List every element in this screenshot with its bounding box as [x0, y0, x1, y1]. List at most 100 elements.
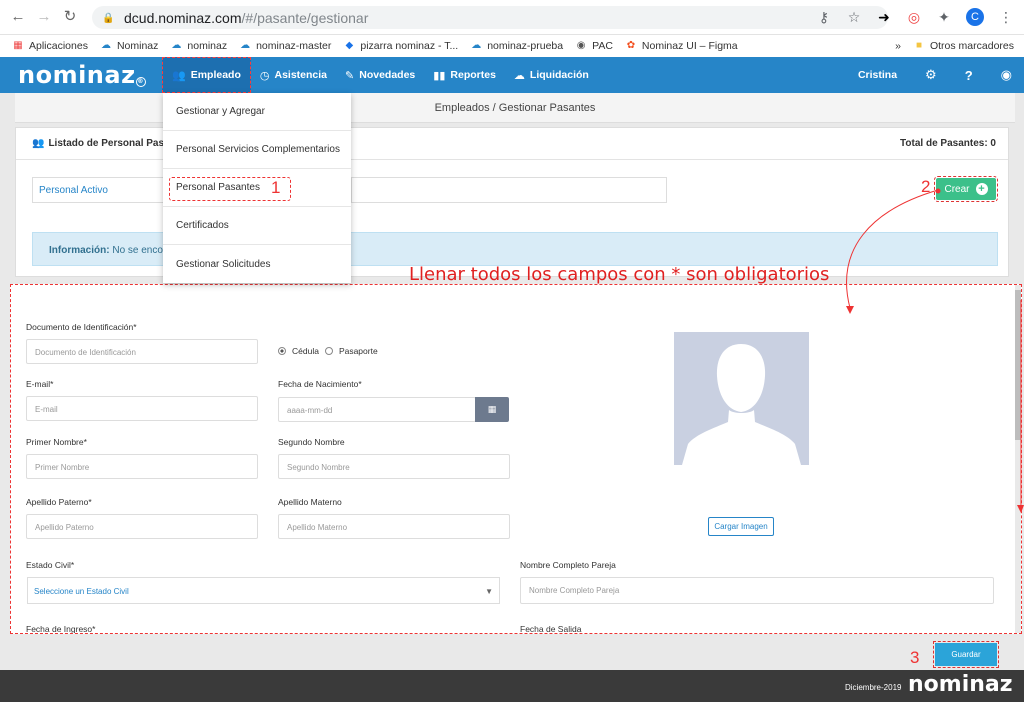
- more-bookmarks-icon[interactable]: »: [895, 40, 901, 52]
- bookmark-pizarra[interactable]: ◆ pizarra nominaz - T...: [343, 40, 459, 52]
- edit-icon: ✎: [345, 69, 355, 82]
- key-icon[interactable]: ⚷: [816, 9, 832, 25]
- bookmarks-right: » ■ Otros marcadores: [895, 40, 1014, 52]
- dropdown-item-certificados[interactable]: Certificados: [163, 207, 351, 245]
- first-name-input[interactable]: Primer Nombre: [26, 454, 258, 479]
- last-name-p-input[interactable]: Apellido Paterno: [26, 514, 258, 539]
- kebab-menu-icon[interactable]: ⋮: [998, 9, 1014, 25]
- figma-icon: ✿: [626, 40, 636, 51]
- menu-empleado[interactable]: 👥 Empleado: [162, 57, 251, 93]
- caret-down-icon: ▼: [485, 587, 493, 596]
- email-input[interactable]: E-mail: [26, 396, 258, 421]
- cloud-upload-icon: ☁: [513, 69, 525, 82]
- dropdown-item-pasantes[interactable]: Personal Pasantes: [163, 169, 351, 207]
- doc-type-radios: Cédula Pasaporte: [278, 346, 378, 356]
- app-logo[interactable]: nominaz ®: [18, 61, 146, 89]
- doc-label: Documento de Identificación*: [26, 322, 137, 332]
- users-icon: 👥: [32, 138, 45, 149]
- menu-reportes[interactable]: ▮▮ Reportes: [424, 57, 505, 93]
- reload-icon[interactable]: ↻: [62, 9, 78, 25]
- step-1-label: 1: [271, 178, 281, 197]
- status-filter-select[interactable]: Personal Activo ▼: [32, 177, 176, 203]
- clock-icon: ◷: [259, 69, 270, 82]
- bar-chart-icon: ▮▮: [433, 69, 446, 82]
- help-icon[interactable]: ?: [965, 68, 973, 83]
- app-navbar: nominaz ® 👥 Empleado ◷ Asistencia ✎ Novedade…: [0, 57, 1024, 93]
- partner-input[interactable]: Nombre Completo Pareja: [520, 577, 994, 604]
- browser-actions: ⚷ ☆ ➜ ◎ ✦ C ⋮: [816, 8, 1014, 26]
- url-path: /#/pasante/gestionar: [241, 9, 369, 26]
- folder-icon: ■: [915, 40, 922, 51]
- person-silhouette-icon: [682, 344, 801, 465]
- footer-logo: nominaz: [908, 672, 1013, 697]
- browser-toolbar: ← → ↻ 🔒 dcud.nominaz.com/#/pasante/gesti…: [0, 0, 1024, 35]
- create-button[interactable]: Crear +: [934, 176, 998, 202]
- user-circle-icon[interactable]: ◉: [1001, 67, 1012, 83]
- puzzle-icon[interactable]: ✦: [936, 9, 952, 25]
- info-label: Información:: [49, 245, 110, 256]
- bookmarks-bar: ▦ Aplicaciones ☁ Nominaz ☁ nominaz ☁ nominaz…: [0, 35, 1024, 57]
- menu-novedades[interactable]: ✎ Novedades: [336, 57, 424, 93]
- birth-date-input[interactable]: aaaa-mm-dd: [278, 397, 476, 422]
- intern-form: Documento de Identificación* Documento d…: [10, 284, 1022, 634]
- bookmark-apps[interactable]: ▦ Aplicaciones: [12, 40, 88, 52]
- last-name-m-input[interactable]: Apellido Materno: [278, 514, 510, 539]
- back-icon[interactable]: ←: [10, 9, 26, 25]
- first-name-label: Primer Nombre*: [26, 437, 87, 447]
- doc-input[interactable]: Documento de Identificación: [26, 339, 258, 364]
- main-menu: 👥 Empleado ◷ Asistencia ✎ Novedades ▮▮ Repor…: [162, 57, 598, 93]
- search-input[interactable]: [351, 177, 667, 203]
- forward-icon[interactable]: →: [36, 9, 52, 25]
- instruction-text: Llenar todos los campos con * son obliga…: [409, 264, 830, 285]
- second-name-input[interactable]: Segundo Nombre: [278, 454, 510, 479]
- user-name[interactable]: Cristina: [858, 69, 897, 81]
- second-name-label: Segundo Nombre: [278, 437, 345, 447]
- bookmark-pac[interactable]: ◉ PAC: [575, 40, 613, 52]
- upload-image-button[interactable]: Cargar Imagen: [708, 517, 774, 536]
- bookmark-figma[interactable]: ✿ Nominaz UI – Figma: [625, 40, 738, 52]
- radio-cedula[interactable]: [278, 347, 286, 355]
- last-name-p-label: Apellido Paterno*: [26, 497, 92, 507]
- dropdown-item-servicios[interactable]: Personal Servicios Complementarios: [163, 131, 351, 169]
- cloud-icon: ☁: [471, 40, 482, 51]
- bookmark-nominaz-prueba[interactable]: ☁ nominaz-prueba: [470, 40, 563, 52]
- cloud-icon: ☁: [100, 40, 111, 51]
- form-scrollbar-thumb[interactable]: [1015, 290, 1021, 440]
- last-name-m-label: Apellido Materno: [278, 497, 342, 507]
- profile-avatar[interactable]: C: [966, 8, 984, 26]
- partner-label: Nombre Completo Pareja: [520, 560, 616, 570]
- birth-label: Fecha de Nacimiento*: [278, 379, 362, 389]
- dropdown-item-solicitudes[interactable]: Gestionar Solicitudes: [163, 245, 351, 283]
- lock-icon: 🔒: [102, 12, 115, 24]
- cloud-icon: ☁: [171, 40, 182, 51]
- salida-label: Fecha de Salida: [520, 624, 582, 634]
- radio-pasaporte[interactable]: [324, 347, 333, 355]
- panel-title: Listado de Personal Pasan: [48, 138, 176, 149]
- star-icon[interactable]: ☆: [846, 9, 862, 25]
- plus-circle-icon: +: [975, 183, 988, 195]
- apps-grid-icon: ▦: [13, 40, 23, 51]
- step-2-label: 2: [921, 177, 931, 196]
- ingreso-label: Fecha de Ingreso*: [26, 624, 96, 634]
- save-button[interactable]: Guardar: [933, 641, 999, 668]
- globe-icon: ◉: [576, 40, 586, 51]
- bookmark-nominaz[interactable]: ☁ Nominaz: [100, 40, 158, 52]
- extension-red-icon[interactable]: ◎: [906, 9, 922, 25]
- settings-gears-icon[interactable]: ⚙: [925, 67, 937, 83]
- share-arrow-icon[interactable]: ➜: [876, 9, 892, 25]
- dropdown-item-gestionar[interactable]: Gestionar y Agregar: [163, 93, 351, 131]
- form-actions-bar: [0, 636, 1024, 670]
- profile-placeholder-image: [674, 332, 809, 465]
- bookmark-nominaz-2[interactable]: ☁ nominaz: [170, 40, 227, 52]
- menu-asistencia[interactable]: ◷ Asistencia: [251, 57, 336, 93]
- calendar-icon[interactable]: ▦: [475, 397, 509, 422]
- bookmark-nominaz-master[interactable]: ☁ nominaz-master: [239, 40, 331, 52]
- bookmark-other[interactable]: ■ Otros marcadores: [913, 40, 1014, 52]
- civil-status-select[interactable]: Seleccione un Estado Civil ▼: [27, 577, 500, 604]
- civil-status-label: Estado Civil*: [26, 560, 75, 570]
- address-bar[interactable]: 🔒 dcud.nominaz.com/#/pasante/gestionar: [92, 6, 888, 29]
- menu-liquidacion[interactable]: ☁ Liquidación: [505, 57, 598, 93]
- diamond-icon: ◆: [345, 40, 354, 51]
- navbar-right: Cristina ⚙ ? ◉: [858, 57, 1012, 93]
- empleado-dropdown: Gestionar y Agregar Personal Servicios C…: [163, 93, 351, 283]
